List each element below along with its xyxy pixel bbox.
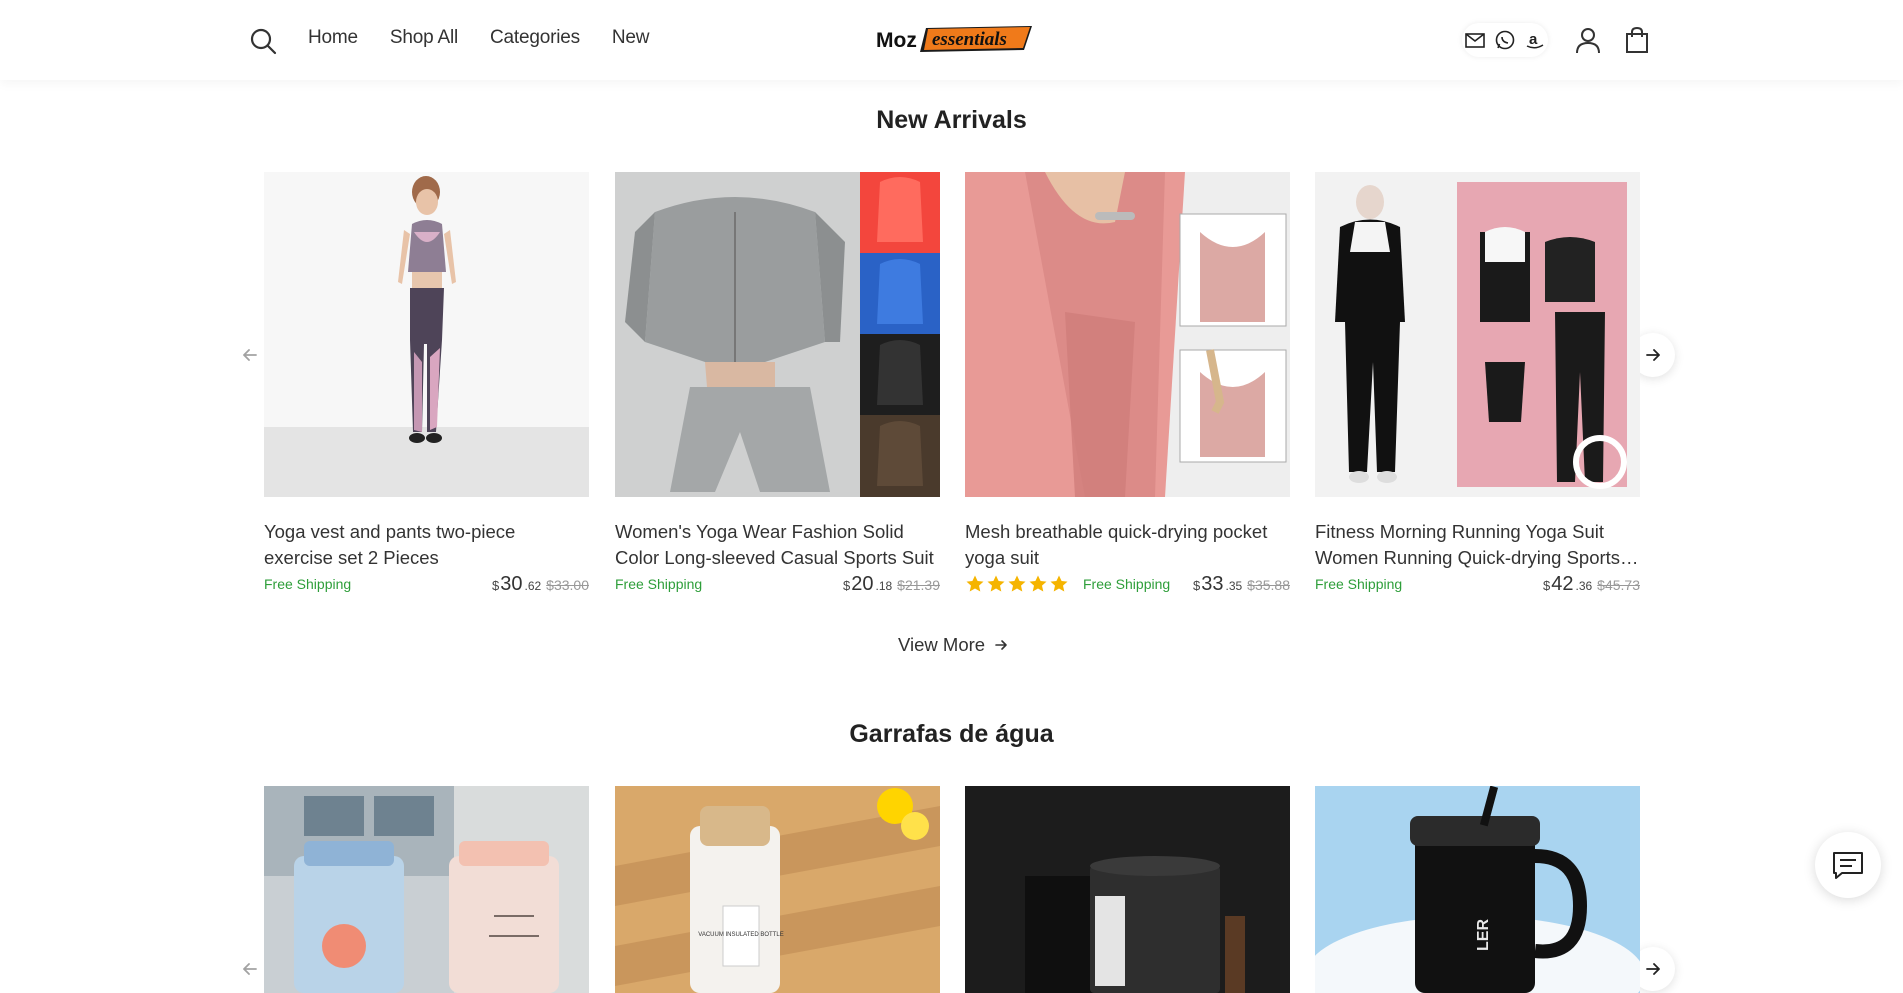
product-image[interactable]	[965, 172, 1290, 497]
social-links: a	[1462, 23, 1548, 57]
product-meta: Free Shipping $ 30 .62 $33.00	[264, 572, 589, 596]
product-card[interactable]	[965, 786, 1290, 993]
arrow-right-icon	[1646, 349, 1660, 361]
free-shipping-label: Free Shipping	[1083, 576, 1171, 592]
free-shipping-label: Free Shipping	[264, 576, 352, 592]
product-image[interactable]	[615, 172, 940, 497]
price-currency: $	[1193, 577, 1201, 593]
product-price: $ 42 .36 $45.73	[1543, 573, 1640, 596]
site-header: Home Shop All Categories New Moz essenti…	[0, 0, 1903, 80]
product-image[interactable]	[1315, 172, 1640, 497]
price-cents: .18	[875, 578, 893, 593]
product-meta: Free Shipping $ 33 .35 $35.88	[965, 572, 1290, 596]
search-icon[interactable]	[248, 26, 278, 56]
product-image[interactable]: VACUUM INSULATED BOTTLE	[615, 786, 940, 993]
product-image[interactable]	[264, 172, 589, 497]
arrow-right-icon	[995, 640, 1007, 650]
product-card[interactable]: Fitness Morning Running Yoga Suit Women …	[1315, 172, 1640, 596]
nav-shop-all[interactable]: Shop All	[390, 27, 458, 49]
product-card[interactable]: Women's Yoga Wear Fashion Solid Color Lo…	[615, 172, 940, 596]
chat-button[interactable]	[1815, 832, 1881, 898]
chat-icon	[1833, 852, 1863, 879]
star-icon	[1029, 575, 1047, 592]
product-price: $ 20 .18 $21.39	[843, 573, 940, 596]
price-original: $35.88	[1247, 576, 1290, 593]
arrow-left-icon	[243, 349, 257, 361]
price-cents: .35	[1225, 578, 1243, 593]
user-icon[interactable]	[1573, 25, 1603, 55]
product-image[interactable]: LER	[1315, 786, 1640, 993]
logo-text-left: Moz	[876, 29, 917, 52]
free-shipping-label: Free Shipping	[1315, 576, 1403, 592]
nav-new[interactable]: New	[612, 27, 650, 49]
section-title-new-arrivals: New Arrivals	[876, 106, 1027, 134]
price-original: $21.39	[897, 576, 940, 593]
cup-label: LER	[1475, 919, 1492, 951]
price-integer: 42	[1551, 572, 1574, 595]
svg-text:a: a	[1529, 31, 1538, 48]
bag-icon[interactable]	[1622, 25, 1652, 55]
price-integer: 20	[851, 572, 874, 595]
product-price: $ 33 .35 $35.88	[1193, 573, 1290, 596]
free-shipping-label: Free Shipping	[615, 576, 703, 592]
price-integer: 33	[1201, 572, 1224, 595]
bottle-label: VACUUM INSULATED BOTTLE	[698, 932, 783, 938]
price-cents: .36	[1575, 578, 1593, 593]
nav-home[interactable]: Home	[308, 27, 358, 49]
price-original: $33.00	[546, 576, 589, 593]
price-currency: $	[843, 577, 851, 593]
product-title[interactable]: Fitness Morning Running Yoga Suit Women …	[1315, 519, 1640, 571]
whatsapp-icon[interactable]	[1492, 27, 1518, 53]
price-currency: $	[1543, 577, 1551, 593]
product-meta: Free Shipping $ 20 .18 $21.39	[615, 572, 940, 596]
product-card[interactable]: VACUUM INSULATED BOTTLE	[615, 786, 940, 993]
product-card[interactable]: Yoga vest and pants two-piece exercise s…	[264, 172, 589, 596]
view-more-label: View More	[898, 634, 986, 655]
price-currency: $	[492, 577, 500, 593]
product-card[interactable]	[264, 786, 589, 993]
product-meta: Free Shipping $ 42 .36 $45.73	[1315, 572, 1640, 596]
section-title-water-bottles: Garrafas de água	[849, 720, 1054, 748]
mail-icon[interactable]	[1462, 27, 1488, 53]
nav-categories[interactable]: Categories	[490, 27, 580, 49]
product-title[interactable]: Yoga vest and pants two-piece exercise s…	[264, 519, 589, 571]
product-image[interactable]	[965, 786, 1290, 993]
price-original: $45.73	[1597, 576, 1640, 593]
star-icon	[987, 575, 1005, 592]
star-icon	[1008, 575, 1026, 592]
view-more-link[interactable]: View More	[898, 634, 1009, 656]
product-image[interactable]	[264, 786, 589, 993]
arrow-left-icon	[243, 963, 257, 975]
product-title[interactable]: Mesh breathable quick-drying pocket yoga…	[965, 519, 1290, 571]
star-icon	[966, 575, 984, 592]
product-title[interactable]: Women's Yoga Wear Fashion Solid Color Lo…	[615, 519, 940, 571]
brand-logo[interactable]: Moz essentials	[876, 24, 1034, 54]
price-integer: 30	[500, 572, 523, 595]
rating-stars	[965, 574, 1069, 594]
amazon-icon[interactable]: a	[1522, 27, 1548, 53]
product-card[interactable]: LER	[1315, 786, 1640, 993]
price-cents: .62	[524, 578, 542, 593]
arrow-right-icon	[1646, 963, 1660, 975]
product-card[interactable]: Mesh breathable quick-drying pocket yoga…	[965, 172, 1290, 596]
main-nav: Home Shop All Categories New	[308, 27, 650, 49]
star-icon	[1050, 575, 1068, 592]
product-price: $ 30 .62 $33.00	[492, 573, 589, 596]
logo-text-right: essentials	[932, 29, 1007, 50]
